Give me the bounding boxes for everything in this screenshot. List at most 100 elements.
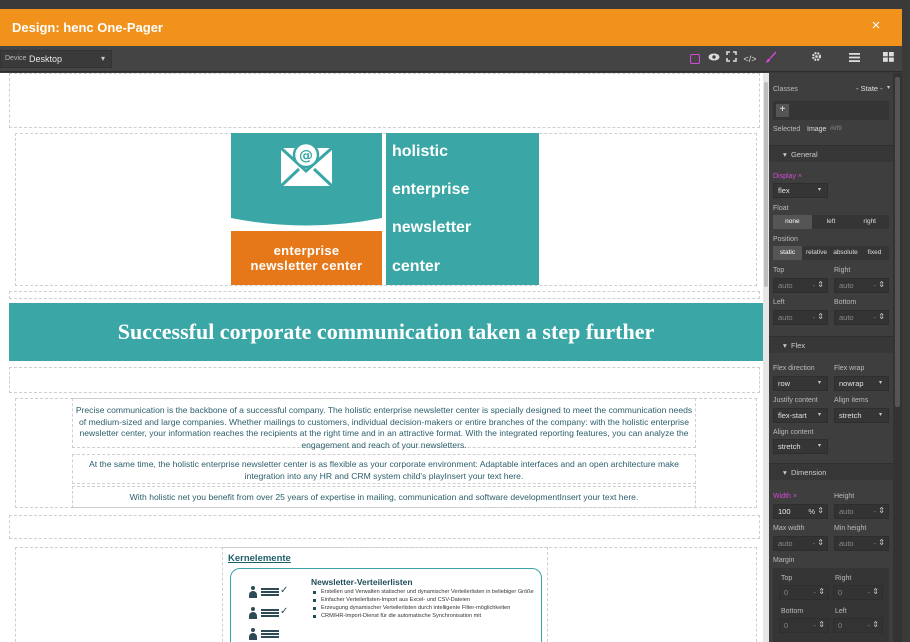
- key-elements-title: Kernelemente: [228, 553, 291, 564]
- design-canvas[interactable]: @ enterprise newsletter center holistic …: [0, 73, 763, 642]
- class-tags-box[interactable]: +: [773, 101, 889, 120]
- spacer-section-3[interactable]: [9, 515, 760, 539]
- empty-section[interactable]: [9, 73, 760, 128]
- outline-toggle-icon[interactable]: [690, 54, 700, 64]
- logo-word-3: newsletter: [392, 219, 472, 236]
- flex-wrap-label: Flex wrap: [834, 365, 865, 372]
- panel-scrollbar[interactable]: [893, 73, 902, 642]
- position-options[interactable]: static relative absolute fixed: [773, 246, 889, 260]
- logo-caption: enterprise newsletter center: [231, 231, 382, 285]
- panel-scroll-thumb[interactable]: [895, 77, 900, 407]
- fullscreen-icon[interactable]: [723, 51, 739, 67]
- left-field[interactable]: auto - ⇕: [773, 310, 828, 325]
- add-class-button[interactable]: +: [776, 104, 789, 117]
- brush-icon[interactable]: [763, 51, 779, 67]
- margin-bottom-label: Bottom: [781, 608, 804, 615]
- code-icon[interactable]: </>: [742, 51, 758, 67]
- min-height-label: Min height: [834, 525, 867, 532]
- blocks-grid-icon[interactable]: [880, 51, 896, 67]
- height-field[interactable]: auto - ⇕: [834, 504, 889, 519]
- flex-wrap-select[interactable]: nowrap ▾: [834, 376, 889, 391]
- position-fixed-option[interactable]: fixed: [860, 246, 889, 260]
- right-field[interactable]: auto - ⇕: [834, 278, 889, 293]
- margin-top-field[interactable]: 0- ⇕: [779, 585, 829, 600]
- spacer-section-2[interactable]: [9, 367, 760, 393]
- logo-line-2: newsletter center: [250, 258, 363, 273]
- card-heading: Newsletter-Verteilerlisten: [311, 577, 413, 587]
- editor-window: Design: henc One-Pager × Device Desktop …: [0, 0, 910, 642]
- top-label: Top: [773, 267, 785, 274]
- bottom-label: Bottom: [834, 299, 857, 306]
- margin-top-label: Top: [781, 575, 793, 582]
- left-label: Left: [773, 299, 785, 306]
- margin-label: Margin: [773, 557, 795, 564]
- banner-heading: Successful corporate communication taken…: [117, 319, 655, 344]
- float-options[interactable]: none left right: [773, 215, 890, 229]
- float-right-option[interactable]: right: [850, 215, 890, 229]
- title-bar: Design: henc One-Pager ×: [0, 9, 902, 46]
- justify-content-select[interactable]: flex-start ▾: [773, 408, 828, 423]
- eye-preview-icon[interactable]: [706, 51, 722, 67]
- list-check-icon: ✓: [249, 586, 289, 598]
- flex-section-header[interactable]: ▾ Flex: [769, 336, 893, 353]
- margin-left-label: Left: [835, 608, 847, 615]
- spacer-section[interactable]: [9, 291, 760, 299]
- align-content-select[interactable]: stretch ▾: [773, 439, 828, 454]
- state-value: - State -: [856, 84, 883, 93]
- bottom-field[interactable]: auto - ⇕: [834, 310, 889, 325]
- margin-left-field[interactable]: 0- ⇕: [833, 618, 883, 633]
- float-left-option[interactable]: left: [811, 215, 851, 229]
- hamburger-menu-icon[interactable]: [846, 51, 862, 67]
- chevron-down-icon: ▾: [817, 187, 821, 193]
- min-height-field[interactable]: auto - ⇕: [834, 536, 889, 551]
- position-label: Position: [773, 236, 798, 243]
- intro-paragraph: Precise communication is the backbone of…: [75, 405, 693, 450]
- envelope-icon: @: [231, 141, 382, 233]
- dimension-section-header[interactable]: ▾ Dimension: [769, 463, 893, 480]
- close-icon[interactable]: ×: [868, 18, 884, 34]
- float-none-option[interactable]: none: [773, 215, 812, 229]
- align-items-select[interactable]: stretch ▾: [834, 408, 889, 423]
- list-item: Erzeugung dynamischer Verteilerlisten du…: [313, 605, 538, 612]
- top-field[interactable]: auto - ⇕: [773, 278, 828, 293]
- selected-label: Selected: [773, 126, 801, 133]
- list-item: CRM/HR-Import-Dienst für die automatisch…: [313, 613, 538, 620]
- canvas-scroll-thumb[interactable]: [764, 82, 768, 287]
- justify-content-label: Justify content: [773, 397, 818, 404]
- editor-toolbar: Device Desktop ▾ </>: [0, 46, 902, 72]
- list-item: Erstellen und Verwalten statischer und d…: [313, 589, 538, 596]
- display-select[interactable]: flex ▾: [773, 183, 828, 198]
- max-width-field[interactable]: auto - ⇕: [773, 536, 828, 551]
- device-select[interactable]: Device Desktop ▾: [0, 50, 112, 68]
- selected-value: Image: [807, 126, 827, 133]
- device-value: Desktop: [29, 54, 63, 64]
- max-width-label: Max width: [773, 525, 805, 532]
- classes-label: Classes: [773, 86, 798, 93]
- general-title: ▾ General: [783, 150, 818, 159]
- position-relative-option[interactable]: relative: [802, 246, 831, 260]
- height-label: Height: [834, 493, 855, 500]
- margin-right-field[interactable]: 0- ⇕: [833, 585, 883, 600]
- logo-text-block[interactable]: holistic enterprise newsletter center: [386, 133, 539, 285]
- chevron-down-icon: ▾: [886, 85, 890, 91]
- dimension-title: ▾ Dimension: [783, 468, 827, 477]
- logo-word-4: center: [392, 258, 441, 275]
- list-check-icon: [249, 628, 289, 640]
- logo-word-2: enterprise: [392, 181, 470, 198]
- position-static-option[interactable]: static: [773, 246, 802, 260]
- position-absolute-option[interactable]: absolute: [831, 246, 860, 260]
- feature-list: Erstellen und Verwalten statischer und d…: [313, 589, 538, 621]
- margin-box: Top Right 0- ⇕ 0- ⇕ Bottom Left 0- ⇕ 0- ⇕: [773, 568, 889, 642]
- state-select[interactable]: - State - ▾: [852, 82, 890, 97]
- gear-icon[interactable]: [808, 51, 824, 67]
- align-content-label: Align content: [773, 429, 814, 436]
- width-field[interactable]: 100% ⇕: [773, 504, 828, 519]
- flex-direction-select[interactable]: row ▾: [773, 376, 828, 391]
- feature-card[interactable]: ✓ ✓ Newsletter-Verteilerlisten Erstellen…: [230, 568, 542, 642]
- logo-line-1: enterprise: [273, 243, 340, 258]
- general-section-header[interactable]: ▾ General: [769, 145, 893, 162]
- flex-direction-label: Flex direction: [773, 365, 815, 372]
- margin-bottom-field[interactable]: 0- ⇕: [779, 618, 829, 633]
- float-label: Float: [773, 205, 789, 212]
- hero-banner[interactable]: Successful corporate communication taken…: [9, 303, 763, 361]
